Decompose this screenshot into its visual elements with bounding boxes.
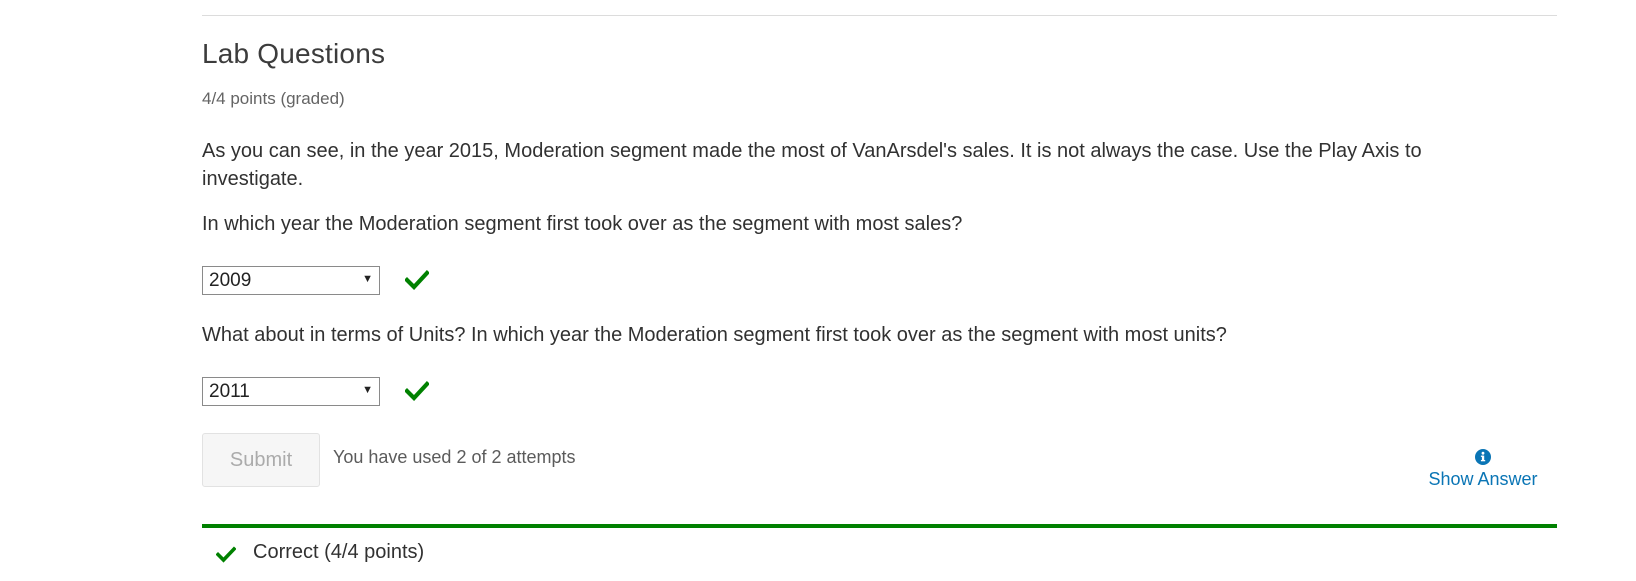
problem-intro: As you can see, in the year 2015, Modera… <box>202 140 1422 190</box>
check-icon <box>405 381 429 401</box>
problem-title: Lab Questions <box>202 38 386 69</box>
problem-page: Lab Questions 4/4 points (graded) As you… <box>0 0 1636 581</box>
dropdown-arrow-icon: ▼ <box>362 273 373 285</box>
status-divider <box>202 524 1557 528</box>
show-answer-label: Show Answer <box>1428 469 1538 489</box>
points-label: 4/4 points (graded) <box>202 89 345 108</box>
question-2-text: What about in terms of Units? In which y… <box>202 324 1227 346</box>
question-1-select[interactable]: 2009 ▼ <box>202 266 380 295</box>
status-message: Correct (4/4 points) <box>253 541 425 563</box>
question-1-selected-value: 2009 <box>209 270 252 291</box>
question-2-selected-value: 2011 <box>209 381 250 402</box>
top-divider <box>202 15 1557 16</box>
info-circle-icon <box>1475 449 1491 465</box>
question-2-select[interactable]: 2011 ▼ <box>202 377 380 406</box>
question-1-text: In which year the Moderation segment fir… <box>202 213 963 235</box>
dropdown-arrow-icon: ▼ <box>362 384 373 396</box>
check-icon <box>216 546 236 563</box>
attempts-text: You have used 2 of 2 attempts <box>333 447 576 467</box>
submit-button[interactable]: Submit <box>202 433 320 487</box>
show-answer-button[interactable]: Show Answer <box>1424 449 1542 490</box>
check-icon <box>405 270 429 290</box>
